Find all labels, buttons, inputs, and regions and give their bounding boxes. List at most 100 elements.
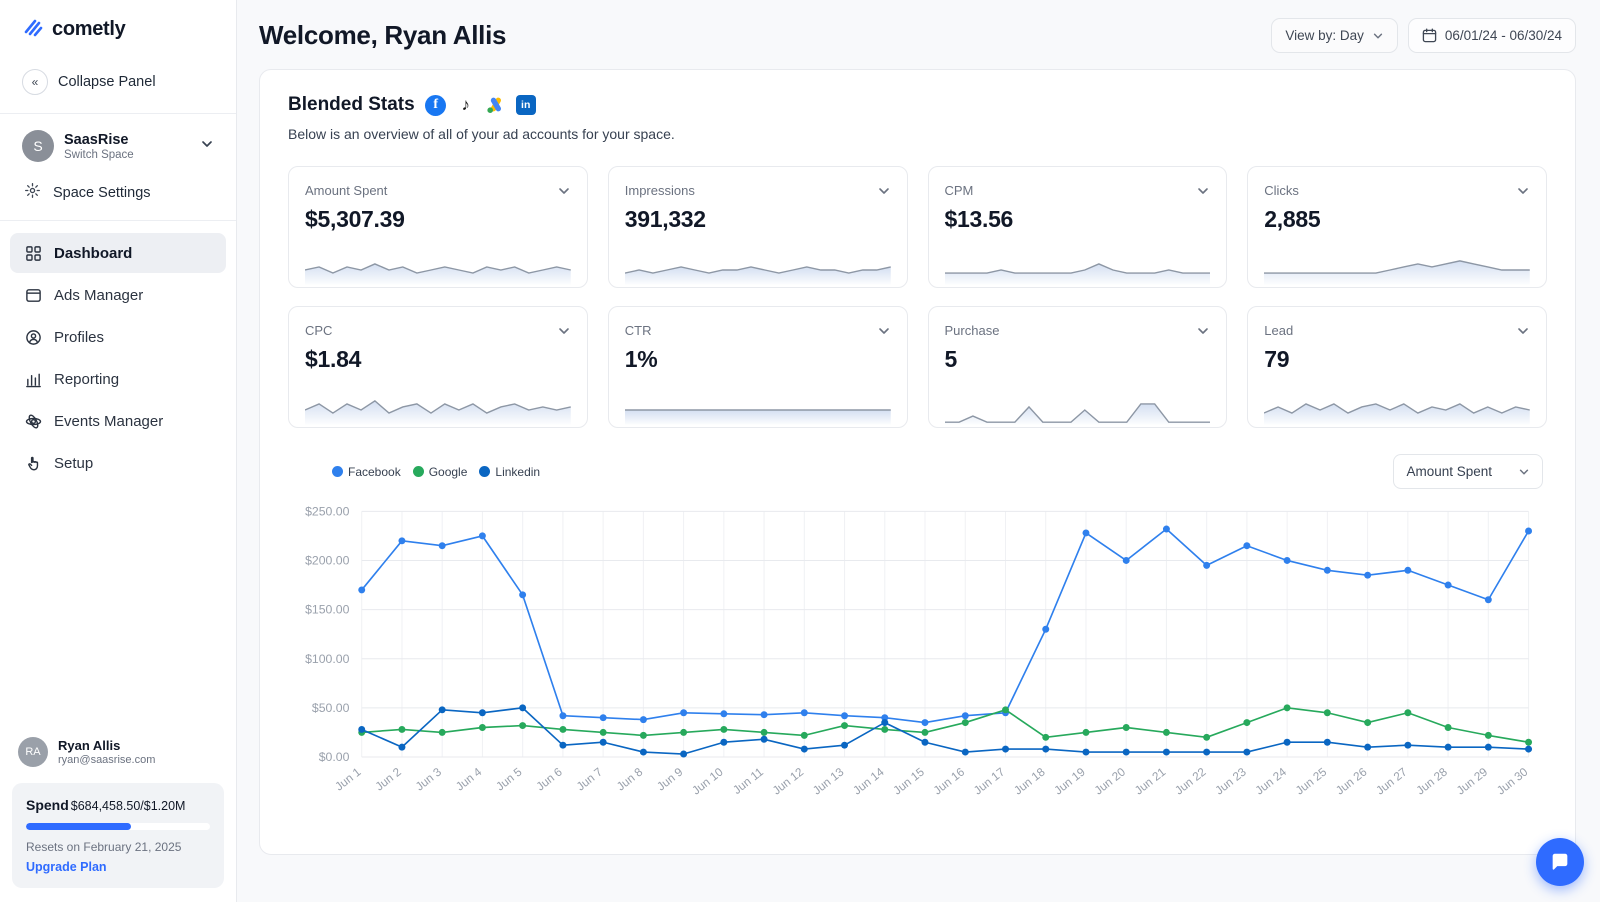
main-content: Welcome, Ryan Allis View by: Day 06/01/2… xyxy=(237,0,1600,902)
stat-sparkline xyxy=(944,393,1211,427)
sidebar-item-setup[interactable]: Setup xyxy=(10,443,226,483)
stat-value: 391,332 xyxy=(624,206,706,232)
legend-item-linkedin: Linkedin xyxy=(479,465,540,479)
sidebar-item-dashboard[interactable]: Dashboard xyxy=(10,233,226,273)
spend-progress-fill xyxy=(26,823,131,830)
dashboard-icon xyxy=(24,244,42,262)
sidebar-item-reporting[interactable]: Reporting xyxy=(10,359,226,399)
stat-card-cpm: CPM $13.56 xyxy=(927,166,1228,288)
svg-text:$150.00: $150.00 xyxy=(305,603,350,617)
stat-label: CPM xyxy=(944,183,974,198)
stat-card-cpc: CPC $1.84 xyxy=(288,306,588,428)
stat-label: Impressions xyxy=(624,183,695,198)
user-name: Ryan Allis xyxy=(58,738,121,753)
stat-card-lead: Lead 79 xyxy=(1247,306,1547,428)
space-settings-item[interactable]: Space Settings xyxy=(0,168,236,221)
stat-label: CPC xyxy=(305,323,333,338)
svg-text:Jun 29: Jun 29 xyxy=(1454,765,1490,797)
sidebar-item-label: Events Manager xyxy=(54,412,164,430)
blended-stats-title: Blended Stats xyxy=(288,94,415,115)
chart-legend: Facebook Google Linkedin xyxy=(332,465,540,479)
chat-widget-button[interactable] xyxy=(1536,838,1584,886)
svg-text:Jun 13: Jun 13 xyxy=(811,765,847,797)
reporting-icon xyxy=(24,370,42,388)
svg-text:Jun 7: Jun 7 xyxy=(574,765,605,793)
svg-text:Jun 3: Jun 3 xyxy=(413,765,444,793)
stat-card-ctr: CTR 1% xyxy=(607,306,908,428)
svg-text:Jun 30: Jun 30 xyxy=(1495,765,1531,797)
chart-metric-value: Amount Spent xyxy=(1406,464,1492,479)
svg-text:$200.00: $200.00 xyxy=(305,554,350,568)
svg-text:Jun 28: Jun 28 xyxy=(1414,765,1450,797)
stat-metric-dropdown[interactable] xyxy=(1196,324,1210,338)
collapse-icon: « xyxy=(22,69,48,95)
stat-value: 79 xyxy=(1264,346,1290,372)
chevron-down-icon xyxy=(1373,33,1383,38)
sidebar-item-label: Setup xyxy=(54,454,94,472)
view-by-select[interactable]: View by: Day xyxy=(1271,18,1398,53)
svg-text:Jun 16: Jun 16 xyxy=(931,765,967,797)
svg-text:Jun 4: Jun 4 xyxy=(454,765,485,793)
switch-space-label: Switch Space xyxy=(64,148,134,161)
stat-value: 2,885 xyxy=(1264,206,1321,232)
avatar: RA xyxy=(18,737,48,767)
svg-text:Jun 6: Jun 6 xyxy=(534,765,565,793)
svg-text:Jun 24: Jun 24 xyxy=(1253,765,1289,797)
stat-metric-dropdown[interactable] xyxy=(1196,184,1210,198)
main-header: Welcome, Ryan Allis View by: Day 06/01/2… xyxy=(237,0,1600,67)
sidebar-item-profiles[interactable]: Profiles xyxy=(10,317,226,357)
date-range-picker[interactable]: 06/01/24 - 06/30/24 xyxy=(1407,18,1576,53)
spend-value: $684,458.50/$1.20M xyxy=(70,799,186,813)
stat-card-impressions: Impressions 391,332 xyxy=(607,166,908,288)
spend-progress-bar xyxy=(26,823,210,830)
stat-sparkline xyxy=(624,253,891,287)
stat-label: Clicks xyxy=(1264,183,1299,198)
sidebar-item-events-manager[interactable]: Events Manager xyxy=(10,401,226,441)
profiles-icon xyxy=(24,328,42,346)
svg-text:Jun 26: Jun 26 xyxy=(1334,765,1370,797)
svg-text:Jun 5: Jun 5 xyxy=(494,765,525,793)
chart-metric-select[interactable]: Amount Spent xyxy=(1393,454,1543,489)
stat-metric-dropdown[interactable] xyxy=(1516,324,1530,338)
stat-sparkline xyxy=(1264,393,1530,427)
sidebar-item-ads-manager[interactable]: Ads Manager xyxy=(10,275,226,315)
page-title: Welcome, Ryan Allis xyxy=(259,20,507,50)
spend-resets-text: Resets on February 21, 2025 xyxy=(26,840,182,854)
svg-text:Jun 21: Jun 21 xyxy=(1132,765,1168,797)
spend-usage-card: Spend $684,458.50/$1.20M Resets on Febru… xyxy=(12,783,224,888)
stat-sparkline xyxy=(305,253,571,287)
sidebar-item-label: Dashboard xyxy=(54,244,133,262)
chevron-down-icon xyxy=(200,137,214,156)
svg-text:Jun 19: Jun 19 xyxy=(1052,765,1088,797)
user-profile[interactable]: RA Ryan Allis ryan@saasrise.com xyxy=(0,727,236,779)
stat-value: 5 xyxy=(944,346,958,372)
stat-sparkline xyxy=(624,393,891,427)
collapse-label: Collapse Panel xyxy=(58,74,156,90)
stat-metric-dropdown[interactable] xyxy=(557,184,571,198)
events-icon xyxy=(24,412,42,430)
brand-name: cometly xyxy=(52,18,126,40)
stat-card-clicks: Clicks 2,885 xyxy=(1247,166,1547,288)
stat-card-amount-spent: Amount Spent $5,307.39 xyxy=(288,166,588,288)
upgrade-plan-link[interactable]: Upgrade Plan xyxy=(26,860,210,874)
stat-metric-dropdown[interactable] xyxy=(557,324,571,338)
stat-metric-dropdown[interactable] xyxy=(1516,184,1530,198)
linkedin-dot-icon xyxy=(479,466,491,477)
stat-label: Lead xyxy=(1264,323,1294,338)
collapse-panel-button[interactable]: « Collapse Panel xyxy=(0,57,236,114)
stat-metric-dropdown[interactable] xyxy=(877,324,891,338)
chevron-down-icon xyxy=(1519,469,1529,474)
svg-text:Jun 15: Jun 15 xyxy=(891,765,927,797)
facebook-icon: f xyxy=(425,94,447,116)
brand: cometly xyxy=(0,0,236,57)
stat-value: $1.84 xyxy=(305,346,362,372)
setup-icon xyxy=(24,454,42,472)
stat-label: Amount Spent xyxy=(305,183,388,198)
app-layout: cometly « Collapse Panel S SaasRise Swit… xyxy=(0,0,1600,902)
svg-text:Jun 27: Jun 27 xyxy=(1374,765,1410,797)
space-switcher[interactable]: S SaasRise Switch Space xyxy=(0,114,236,168)
space-avatar: S xyxy=(22,130,54,162)
stat-metric-dropdown[interactable] xyxy=(877,184,891,198)
stat-label: Purchase xyxy=(944,323,1000,338)
svg-text:$100.00: $100.00 xyxy=(305,652,350,666)
